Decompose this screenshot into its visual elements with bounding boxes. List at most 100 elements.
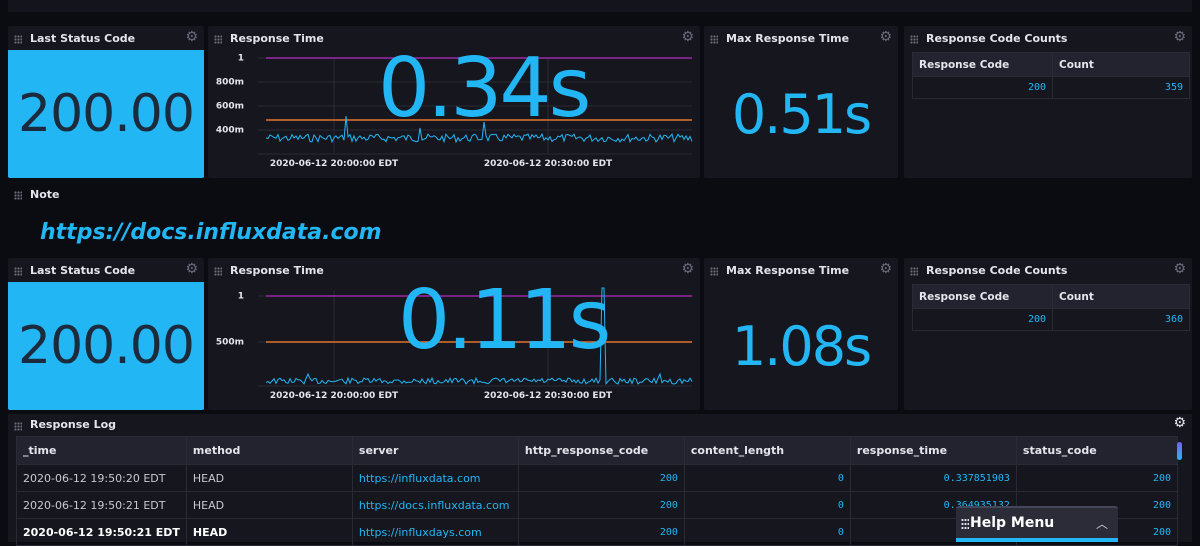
drag-handle-icon[interactable]: [710, 267, 718, 276]
drag-handle-icon[interactable]: [214, 267, 222, 276]
gear-icon[interactable]: ⚙: [681, 262, 694, 276]
cell-code-counts-2: Response Code Counts ⚙ Response Code Cou…: [904, 258, 1192, 410]
x-tick: 2020-06-12 20:30:00 EDT: [484, 391, 613, 401]
server-link[interactable]: https://docs.influxdata.com: [351, 491, 519, 519]
table-header-row: _time method server http_response_code c…: [16, 436, 1179, 465]
table-cell: 200: [517, 491, 685, 519]
cell-header: Max Response Time ⚙: [704, 26, 898, 50]
table-cell: 200: [912, 76, 1053, 99]
table-cell: 2020-06-12 19:50:21 EDT: [16, 491, 187, 519]
response-time-value: 0.34s: [378, 41, 591, 136]
cell-last-status-1: Last Status Code ⚙ 200.00: [8, 26, 204, 178]
table-cell: 200: [517, 518, 685, 546]
x-tick: 2020-06-12 20:30:00 EDT: [484, 159, 613, 169]
cell-title: Note: [30, 188, 60, 201]
column-header[interactable]: status_code: [1015, 436, 1179, 465]
cell-title: Response Code Counts: [926, 32, 1068, 45]
docs-link[interactable]: https://docs.influxdata.com: [40, 220, 382, 245]
cell-title: Response Time: [230, 264, 324, 277]
table-cell: HEAD: [185, 464, 353, 492]
cell-max-response-2: Max Response Time ⚙ 1.08s: [704, 258, 898, 410]
gear-icon[interactable]: ⚙: [1173, 262, 1186, 276]
cell-max-response-1: Max Response Time ⚙ 0.51s: [704, 26, 898, 178]
table-cell: 2020-06-12 19:50:20 EDT: [16, 464, 187, 492]
drag-handle-icon[interactable]: [14, 191, 22, 200]
cell-response-time-1: Response Time ⚙ 1 800m 600m 400m 2020-06…: [208, 26, 700, 178]
cell-header: Response Code Counts ⚙: [904, 258, 1192, 282]
table-cell: HEAD: [185, 491, 353, 519]
gear-icon[interactable]: ⚙: [879, 262, 892, 276]
chevron-up-icon[interactable]: ︿: [1096, 515, 1108, 532]
gear-icon[interactable]: ⚙: [185, 30, 198, 44]
help-menu-button[interactable]: Help Menu ︿: [956, 506, 1118, 542]
cell-title: Response Log: [30, 418, 117, 431]
table-cell: 0: [683, 518, 851, 546]
server-link[interactable]: https://influxdays.com: [351, 518, 519, 546]
y-tick: 1: [238, 292, 244, 302]
code-counts-table: Response Code Count 200 360: [912, 284, 1190, 331]
y-tick: 1: [238, 54, 244, 64]
code-counts-table: Response Code Count 200 359: [912, 52, 1190, 99]
cell-title: Response Time: [230, 32, 324, 45]
column-header[interactable]: content_length: [683, 436, 851, 465]
table-cell: 360: [1052, 308, 1190, 331]
gear-icon[interactable]: ⚙: [1173, 30, 1186, 44]
table-row: 200 360: [912, 308, 1190, 331]
cell-title: Response Code Counts: [926, 264, 1068, 277]
drag-handle-icon[interactable]: [910, 267, 918, 276]
cell-title: Last Status Code: [30, 32, 136, 45]
column-header[interactable]: Response Code: [912, 52, 1053, 77]
column-header[interactable]: Count: [1052, 52, 1190, 77]
table-cell: 0: [683, 491, 851, 519]
server-link[interactable]: https://influxdata.com: [351, 464, 519, 492]
cell-title: Max Response Time: [726, 264, 850, 277]
gear-icon[interactable]: ⚙: [681, 30, 694, 44]
cell-header: Last Status Code ⚙: [8, 258, 204, 282]
table-cell: 359: [1052, 76, 1190, 99]
y-tick: 800m: [216, 78, 244, 88]
topbar-strip: [8, 0, 1192, 12]
cell-response-time-2: Response Time ⚙ 1 500m 2020-06-12 20:00:…: [208, 258, 700, 410]
cell-code-counts-1: Response Code Counts ⚙ Response Code Cou…: [904, 26, 1192, 178]
help-menu-accent: [956, 538, 1118, 542]
drag-handle-icon[interactable]: [14, 267, 22, 276]
gear-icon[interactable]: ⚙: [879, 30, 892, 44]
y-tick: 500m: [216, 338, 244, 348]
table-row: 200 359: [912, 76, 1190, 99]
column-header[interactable]: Response Code: [912, 284, 1053, 309]
drag-handle-icon[interactable]: [710, 35, 718, 44]
drag-handle-icon[interactable]: [14, 422, 22, 431]
table-header-row: Response Code Count: [912, 284, 1190, 309]
y-tick: 400m: [216, 126, 244, 136]
column-header[interactable]: http_response_code: [517, 436, 685, 465]
cell-header: Note: [8, 182, 1192, 206]
column-header[interactable]: method: [185, 436, 353, 465]
table-header-row: Response Code Count: [912, 52, 1190, 77]
x-tick: 2020-06-12 20:00:00 EDT: [270, 159, 399, 169]
y-tick: 600m: [216, 102, 244, 112]
gear-icon[interactable]: ⚙: [1173, 416, 1186, 430]
table-cell: HEAD: [185, 518, 353, 546]
column-header[interactable]: Count: [1052, 284, 1190, 309]
cell-title: Last Status Code: [30, 264, 136, 277]
cell-header: Last Status Code ⚙: [8, 26, 204, 50]
x-tick: 2020-06-12 20:00:00 EDT: [270, 391, 399, 401]
table-cell: 0: [683, 464, 851, 492]
cell-note: Note https://docs.influxdata.com: [8, 182, 1192, 254]
drag-handle-icon[interactable]: [14, 35, 22, 44]
drag-handle-icon[interactable]: [910, 35, 918, 44]
cell-last-status-2: Last Status Code ⚙ 200.00: [8, 258, 204, 410]
table-cell: 200: [912, 308, 1053, 331]
drag-handle-icon: [961, 518, 969, 530]
column-header[interactable]: _time: [16, 436, 187, 465]
column-header[interactable]: server: [351, 436, 519, 465]
table-cell: 200: [517, 464, 685, 492]
cell-title: Max Response Time: [726, 32, 850, 45]
drag-handle-icon[interactable]: [214, 35, 222, 44]
column-header[interactable]: response_time: [849, 436, 1017, 465]
gear-icon[interactable]: ⚙: [185, 262, 198, 276]
last-status-value: 200.00: [8, 282, 204, 410]
help-menu-label: Help Menu: [970, 515, 1055, 531]
cell-header: Max Response Time ⚙: [704, 258, 898, 282]
scrollbar[interactable]: [1177, 442, 1182, 460]
